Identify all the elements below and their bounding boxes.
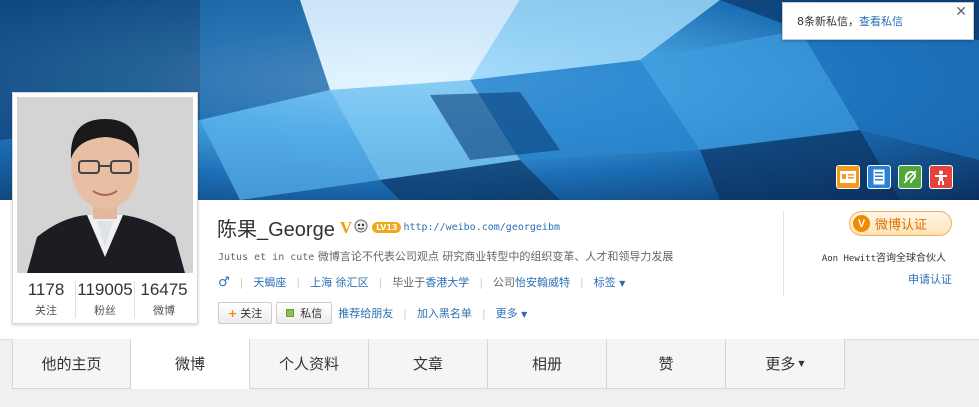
chevron-down-icon: ▼	[619, 279, 626, 288]
stat-label: 微博	[153, 304, 175, 317]
blacklist-link[interactable]: 加入黑名单	[417, 305, 472, 321]
constellation-link[interactable]: 天蝎座	[253, 274, 286, 290]
hearing-icon[interactable]	[898, 165, 922, 189]
follow-button[interactable]: + 关注	[218, 302, 273, 324]
more-dropdown[interactable]: 更多 ▼	[496, 305, 528, 321]
company-link[interactable]: 怡安翰威特	[515, 274, 570, 290]
avatar[interactable]	[17, 97, 193, 273]
tab-label: 赞	[658, 355, 674, 373]
tab-label: 相册	[531, 355, 562, 373]
bio-cn: 微博言论不代表公司观点 研究商业转型中的组织变革、人才和领导力发展	[314, 250, 674, 263]
close-icon[interactable]: ✕	[955, 4, 967, 20]
tab-label: 他的主页	[41, 355, 102, 373]
apply-verification-link[interactable]: 申请认证	[908, 271, 952, 287]
badge-row	[836, 165, 953, 189]
profile-avatar-card: 1178 关注 119005 粉丝 16475 微博	[12, 92, 198, 324]
company-label: 公司	[493, 276, 516, 289]
verification-company-cn: 咨询全球合伙人	[876, 253, 946, 264]
more-label: 更多	[495, 307, 518, 320]
school-link[interactable]: 香港大学	[425, 274, 469, 290]
verification-company-en: Aon Hewitt	[821, 254, 876, 264]
level-badge[interactable]: LV13	[372, 222, 402, 233]
stat-label: 粉丝	[94, 304, 116, 317]
tags-label: 标签	[593, 276, 616, 289]
message-label: 私信	[300, 307, 323, 320]
tab-label: 个人资料	[278, 355, 339, 373]
verification-info: Aon Hewitt咨询全球合伙人	[822, 249, 946, 264]
profile-tabs: 他的主页 微博 个人资料 文章 相册 赞 更多 ▼	[12, 339, 845, 389]
tab-likes[interactable]: 赞	[607, 339, 726, 389]
tab-articles[interactable]: 文章	[369, 339, 488, 389]
tab-label: 文章	[412, 355, 443, 373]
bio: Jutus et in cute 微博言论不代表公司观点 研究商业转型中的组织变…	[218, 248, 673, 264]
profile-url-link[interactable]: http://weibo.com/georgeibm	[403, 222, 560, 233]
view-messages-link[interactable]: 查看私信	[859, 15, 903, 28]
verified-icon[interactable]: V	[340, 218, 352, 238]
divider	[783, 210, 784, 296]
profile-name: 陈果_George	[217, 219, 335, 241]
tags-dropdown[interactable]: 标签 ▼	[594, 274, 626, 290]
notification-text: 8条新私信，	[797, 15, 859, 28]
follow-label: 关注	[240, 307, 263, 320]
document-icon[interactable]	[867, 165, 891, 189]
verified-badge-label: 微博认证	[875, 218, 928, 233]
tab-album[interactable]: 相册	[488, 339, 607, 389]
plus-icon: +	[228, 306, 238, 320]
weibo-verified-badge[interactable]: V 微博认证	[849, 211, 952, 236]
tab-profile-info[interactable]: 个人资料	[250, 339, 369, 389]
stat-label: 关注	[35, 304, 57, 317]
tab-more[interactable]: 更多 ▼	[726, 339, 845, 389]
tab-label: 更多	[765, 355, 796, 373]
action-row: + 关注 私信 推荐给朋友 | 加入黑名单 | 更多 ▼	[218, 302, 527, 324]
message-button[interactable]: 私信	[276, 302, 333, 324]
chevron-down-icon: ▼	[521, 310, 528, 319]
profile-meta: ♂ | 天蝎座 | 上海 徐汇区 | 毕业于 香港大学 | 公司 怡安翰威特 | 标…	[218, 274, 626, 290]
tab-weibo[interactable]: 微博	[131, 339, 250, 389]
id-card-icon[interactable]	[836, 165, 860, 189]
stat-posts[interactable]: 16475 微博	[135, 281, 193, 318]
education-label: 毕业于	[392, 276, 426, 289]
tab-label: 微博	[174, 355, 205, 373]
stat-followers[interactable]: 119005 粉丝	[76, 281, 135, 318]
name-row: 陈果_George V LV13 http://weibo.com/george…	[217, 213, 560, 242]
stat-following[interactable]: 1178 关注	[17, 281, 76, 318]
tab-home[interactable]: 他的主页	[12, 339, 131, 389]
chevron-down-icon: ▼	[798, 359, 805, 368]
stats-row: 1178 关注 119005 粉丝 16475 微博	[17, 281, 193, 318]
verified-v-icon: V	[853, 215, 870, 232]
vip-crown-icon[interactable]	[354, 218, 368, 237]
location-link[interactable]: 上海 徐汇区	[310, 274, 369, 290]
recommend-link[interactable]: 推荐给朋友	[338, 305, 393, 321]
fitness-icon[interactable]	[929, 165, 953, 189]
message-notification: 8条新私信，查看私信 ✕	[782, 2, 974, 40]
bio-en: Jutus et in cute	[218, 252, 315, 263]
message-icon	[286, 309, 295, 317]
stat-number: 1178	[27, 280, 65, 299]
stat-number: 119005	[77, 280, 133, 299]
stat-number: 16475	[140, 280, 188, 299]
gender-male-icon: ♂	[218, 274, 230, 290]
